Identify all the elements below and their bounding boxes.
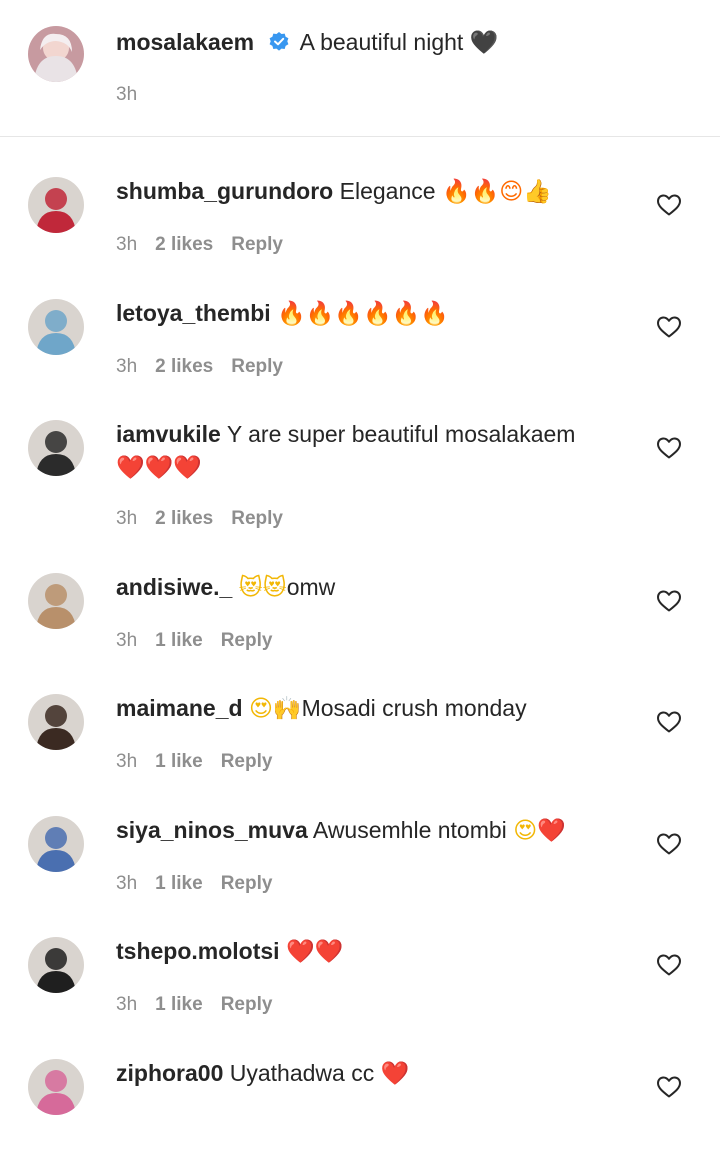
comment-line: siya_ninos_muva Awusemhle ntombi 😍❤️: [116, 816, 566, 845]
comment-likes[interactable]: 1 like: [155, 751, 203, 772]
comment-avatar[interactable]: [28, 299, 84, 355]
comment-emoji: 😍🙌: [248, 696, 302, 722]
comment-meta: 3h 2 likes Reply: [116, 234, 301, 256]
comment-likes[interactable]: 2 likes: [155, 508, 213, 529]
comment-username[interactable]: siya_ninos_muva: [116, 817, 308, 843]
post-caption: mosalakaem A beautiful night 🖤 3h: [0, 0, 720, 137]
reply-button[interactable]: Reply: [221, 630, 273, 651]
comment-row: maimane_d 😍🙌Mosadi crush monday 3h 1 like R…: [0, 672, 720, 794]
comment-avatar[interactable]: [28, 420, 84, 476]
comment-line: shumba_gurundoro Elegance 🔥🔥😊👍: [116, 177, 552, 206]
comment-avatar[interactable]: [28, 937, 84, 993]
comment-username[interactable]: ziphora00: [116, 1060, 223, 1086]
heart-outline-icon[interactable]: [656, 1075, 682, 1099]
comment-emoji: ❤️: [380, 1061, 410, 1087]
comment-line: andisiwe._ 😻😻omw: [116, 573, 335, 602]
comment-text-line2: ❤️❤️❤️: [116, 455, 202, 481]
heart-outline-icon[interactable]: [656, 193, 682, 217]
caption-username[interactable]: mosalakaem: [116, 29, 254, 55]
comment-line: iamvukile Y are super beautiful mosalaka…: [116, 420, 575, 449]
comment-row: tshepo.molotsi ❤️❤️ 3h 1 like Reply: [0, 915, 720, 1037]
heart-outline-icon[interactable]: [656, 953, 682, 977]
comment-username[interactable]: iamvukile: [116, 421, 221, 447]
comment-text: Uyathadwa cc: [229, 1060, 375, 1086]
comment-emoji: 🔥🔥😊👍: [441, 179, 552, 205]
comment-row: siya_ninos_muva Awusemhle ntombi 😍❤️ 3h 1 …: [0, 794, 720, 916]
comment-time: 3h: [116, 751, 138, 772]
comment-line: letoya_thembi 🔥🔥🔥🔥🔥🔥: [116, 299, 449, 328]
verified-badge-icon: [268, 31, 290, 59]
comment-text: Y are super beautiful mosalakaem: [226, 421, 576, 447]
comment-meta: 3h 2 likes Reply: [116, 508, 301, 530]
heart-outline-icon[interactable]: [656, 832, 682, 856]
caption-text: A beautiful night: [299, 29, 464, 55]
reply-button[interactable]: Reply: [231, 508, 283, 529]
comment-likes[interactable]: 1 like: [155, 630, 203, 651]
comment-meta: 3h 1 like Reply: [116, 751, 290, 773]
comment-meta: 3h 1 like Reply: [116, 873, 290, 895]
comment-avatar[interactable]: [28, 816, 84, 872]
comment-emoji: 😍❤️: [513, 818, 566, 844]
comment-emoji: ❤️❤️: [285, 939, 344, 965]
caption-avatar[interactable]: [28, 26, 84, 82]
comment-username[interactable]: maimane_d: [116, 695, 243, 721]
comment-text: Mosadi crush monday: [301, 695, 527, 721]
caption-line: mosalakaem A beautiful night 🖤: [116, 28, 498, 59]
comment-row: andisiwe._ 😻😻omw 3h 1 like Reply: [0, 551, 720, 673]
comment-row: iamvukile Y are super beautiful mosalaka…: [0, 398, 720, 529]
reply-button[interactable]: Reply: [221, 751, 273, 772]
comment-time: 3h: [116, 234, 138, 255]
reply-button[interactable]: Reply: [221, 994, 273, 1015]
comment-likes[interactable]: 2 likes: [155, 234, 213, 255]
comment-row: shumba_gurundoro Elegance 🔥🔥😊👍 3h 2 likes R…: [0, 155, 720, 277]
caption-time: 3h: [116, 84, 138, 105]
reply-button[interactable]: Reply: [221, 873, 273, 894]
heart-outline-icon[interactable]: [656, 436, 682, 460]
comment-line: tshepo.molotsi ❤️❤️: [116, 937, 343, 966]
comment-username[interactable]: tshepo.molotsi: [116, 938, 280, 964]
reply-button[interactable]: Reply: [231, 356, 283, 377]
comment-line: ziphora00 Uyathadwa cc ❤️: [116, 1059, 409, 1088]
comment-meta: 3h 1 like Reply: [116, 630, 290, 652]
comment-meta: 3h 2 likes Reply: [116, 356, 301, 378]
comment-username[interactable]: andisiwe._: [116, 574, 232, 600]
comment-avatar[interactable]: [28, 573, 84, 629]
comment-time: 3h: [116, 994, 138, 1015]
caption-meta: 3h: [116, 84, 155, 106]
comment-text: omw: [286, 574, 336, 600]
reply-button[interactable]: Reply: [231, 234, 283, 255]
comment-emoji: 😻😻: [238, 575, 287, 601]
comment-time: 3h: [116, 508, 138, 529]
heart-outline-icon[interactable]: [656, 315, 682, 339]
comment-username[interactable]: shumba_gurundoro: [116, 178, 333, 204]
comment-avatar[interactable]: [28, 694, 84, 750]
comment-username[interactable]: letoya_thembi: [116, 300, 271, 326]
comment-time: 3h: [116, 630, 138, 651]
comment-row: ziphora00 Uyathadwa cc ❤️: [0, 1037, 720, 1159]
comment-meta: 3h 1 like Reply: [116, 994, 290, 1016]
comment-text: Elegance: [339, 178, 436, 204]
comment-likes[interactable]: 1 like: [155, 994, 203, 1015]
comment-row: letoya_thembi 🔥🔥🔥🔥🔥🔥 3h 2 likes Reply: [0, 277, 720, 399]
comment-emoji: 🔥🔥🔥🔥🔥🔥: [277, 301, 449, 327]
comment-avatar[interactable]: [28, 1059, 84, 1115]
heart-outline-icon[interactable]: [656, 710, 682, 734]
heart-outline-icon[interactable]: [656, 589, 682, 613]
black-heart-emoji: 🖤: [469, 30, 499, 56]
comment-likes[interactable]: 2 likes: [155, 356, 213, 377]
comment-time: 3h: [116, 356, 138, 377]
comment-likes[interactable]: 1 like: [155, 873, 203, 894]
comment-text: Awusemhle ntombi: [312, 817, 507, 843]
comment-avatar[interactable]: [28, 177, 84, 233]
comment-line: maimane_d 😍🙌Mosadi crush monday: [116, 694, 527, 723]
comment-time: 3h: [116, 873, 138, 894]
